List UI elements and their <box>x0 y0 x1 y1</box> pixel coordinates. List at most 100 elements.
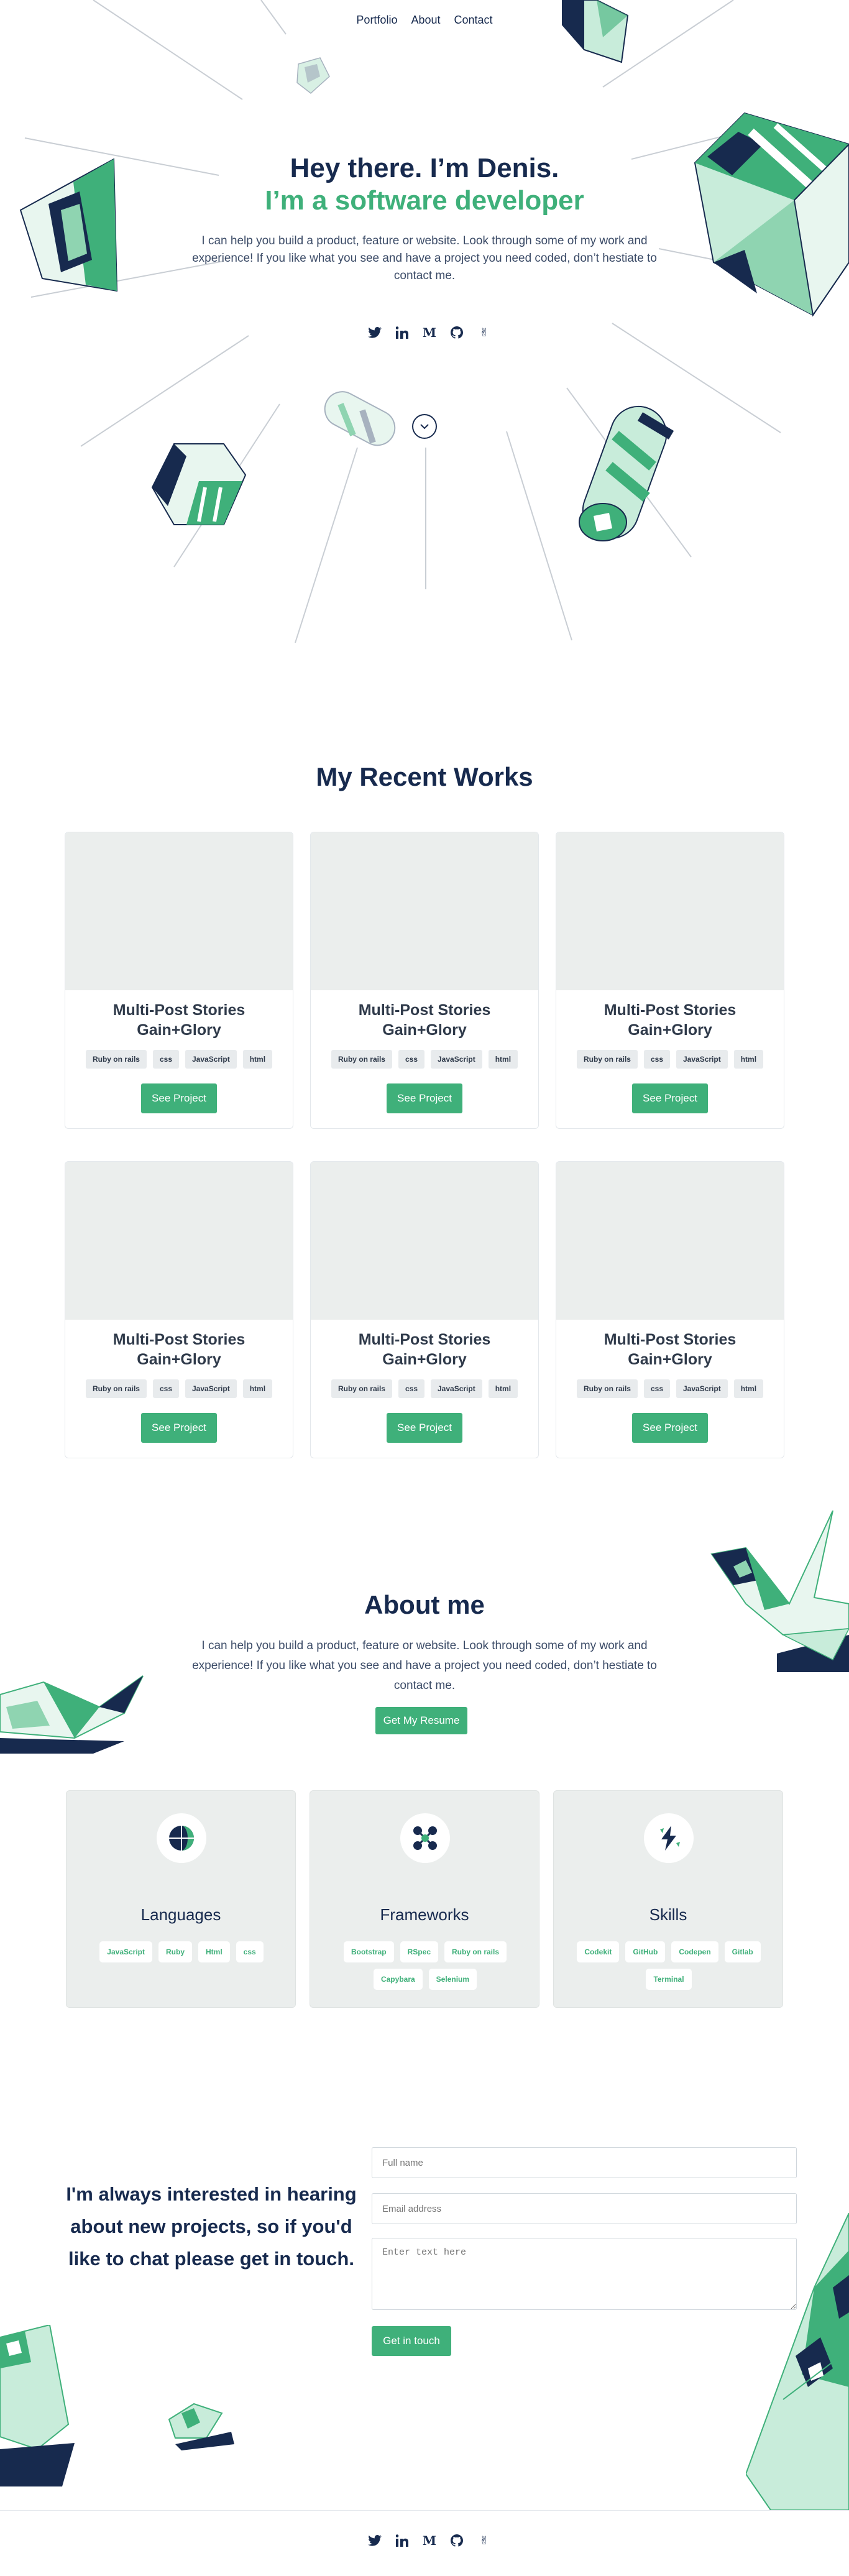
project-title: Multi-Post Stories Gain+Glory <box>112 1001 246 1039</box>
get-resume-button[interactable]: Get My Resume <box>375 1707 467 1734</box>
project-tag: css <box>152 1379 179 1398</box>
skill-card-icon-holder <box>157 1813 206 1863</box>
project-card: Multi-Post Stories Gain+Glory Ruby on rai… <box>556 1161 784 1458</box>
project-title: Multi-Post Stories Gain+Glory <box>358 1001 491 1039</box>
see-project-button[interactable]: See Project <box>141 1083 217 1113</box>
project-tag: Ruby on rails <box>85 1379 147 1398</box>
email-field[interactable] <box>372 2193 797 2224</box>
project-thumbnail <box>556 1162 784 1320</box>
project-tag: html <box>242 1379 273 1398</box>
see-project-button[interactable]: See Project <box>387 1083 462 1113</box>
skill-chip: css <box>236 1941 264 1962</box>
skill-chip: Codekit <box>577 1941 620 1962</box>
skill-card-skills: Skills Codekit GitHub Codepen Gitlab Ter… <box>553 1790 783 2008</box>
project-tags: Ruby on rails css JavaScript html <box>311 1379 538 1398</box>
project-tag: css <box>398 1050 424 1069</box>
skill-chip: Html <box>198 1941 230 1962</box>
project-tag: JavaScript <box>431 1379 482 1398</box>
lightning-icon <box>660 1826 680 1851</box>
project-card: Multi-Post Stories Gain+Glory Ruby on rai… <box>65 1161 293 1458</box>
origami-cylinder-decoration <box>579 405 674 541</box>
project-tag: Ruby on rails <box>331 1379 392 1398</box>
skill-chip: GitHub <box>625 1941 666 1962</box>
github-icon[interactable] <box>449 2532 465 2549</box>
see-project-button[interactable]: See Project <box>387 1413 462 1443</box>
twitter-icon[interactable] <box>367 2532 383 2549</box>
skill-card-title: Languages <box>140 1905 221 1924</box>
angellist-icon[interactable]: ✌ <box>476 2532 492 2549</box>
main-nav: Portfolio About Contact <box>0 14 849 27</box>
hero-subtitle: I’m a software developer <box>265 185 584 216</box>
skill-chip: Selenium <box>428 1969 477 1990</box>
skill-chip: JavaScript <box>99 1941 152 1962</box>
origami-tower-left-decoration <box>0 2325 75 2486</box>
skill-chip: Gitlab <box>724 1941 761 1962</box>
skill-card-chips: JavaScript Ruby Html css <box>85 1941 278 1962</box>
skill-card-frameworks: Frameworks Bootstrap RSpec Ruby on rails… <box>310 1790 539 2008</box>
project-tag: css <box>643 1050 670 1069</box>
medium-icon[interactable]: M <box>421 324 438 341</box>
project-tag: JavaScript <box>676 1379 728 1398</box>
project-title: Multi-Post Stories Gain+Glory <box>112 1331 246 1368</box>
see-project-button[interactable]: See Project <box>632 1083 708 1113</box>
project-tag: JavaScript <box>185 1050 237 1069</box>
github-icon[interactable] <box>449 324 465 341</box>
nav-link-about[interactable]: About <box>411 14 440 27</box>
skill-chip: Ruby on rails <box>444 1941 507 1962</box>
project-tag: JavaScript <box>431 1050 482 1069</box>
about-description: I can help you build a product, feature … <box>192 1639 657 1692</box>
angellist-icon[interactable]: ✌ <box>476 324 492 341</box>
skill-card-languages: Languages JavaScript Ruby Html css <box>66 1790 296 2008</box>
origami-crane-left-decoration <box>0 1675 144 1754</box>
skill-chip: RSpec <box>400 1941 438 1962</box>
project-tag: Ruby on rails <box>576 1050 638 1069</box>
skill-card-title: Frameworks <box>380 1905 469 1924</box>
hero-background-lines <box>24 0 781 643</box>
project-title: Multi-Post Stories Gain+Glory <box>603 1001 737 1039</box>
skill-chip: Terminal <box>646 1969 692 1990</box>
project-thumbnail <box>311 1162 538 1320</box>
project-tag: html <box>488 1379 518 1398</box>
hero-title: Hey there. I’m Denis. <box>290 153 559 183</box>
project-tag: css <box>643 1379 670 1398</box>
project-tags: Ruby on rails css JavaScript html <box>556 1379 784 1398</box>
project-tags: Ruby on rails css JavaScript html <box>556 1050 784 1069</box>
project-card: Multi-Post Stories Gain+Glory Ruby on rai… <box>310 1161 539 1458</box>
origami-small-cube-decoration <box>296 57 330 94</box>
project-tag: css <box>152 1050 179 1069</box>
project-thumbnail <box>311 832 538 990</box>
project-card: Multi-Post Stories Gain+Glory Ruby on rai… <box>556 832 784 1129</box>
origami-small-pyramid-decoration <box>168 2403 234 2450</box>
nav-link-portfolio[interactable]: Portfolio <box>356 14 397 27</box>
skill-card-title: Skills <box>649 1905 687 1924</box>
skill-card-icon-holder <box>644 1813 694 1863</box>
skill-chip: Bootstrap <box>343 1941 394 1962</box>
nav-link-contact[interactable]: Contact <box>454 14 493 27</box>
see-project-button[interactable]: See Project <box>632 1413 708 1443</box>
project-tag: css <box>398 1379 424 1398</box>
skill-card-chips: Codekit GitHub Codepen Gitlab Terminal <box>572 1941 765 1990</box>
project-tags: Ruby on rails css JavaScript html <box>65 1050 293 1069</box>
get-in-touch-button[interactable]: Get in touch <box>372 2326 451 2356</box>
linkedin-icon[interactable] <box>394 2532 410 2549</box>
twitter-icon[interactable] <box>367 324 383 341</box>
message-field[interactable] <box>372 2238 797 2310</box>
project-thumbnail <box>65 832 293 990</box>
project-tag: Ruby on rails <box>85 1050 147 1069</box>
chevron-down-icon <box>420 423 429 429</box>
footer-divider <box>0 2510 849 2511</box>
scroll-down-button[interactable] <box>412 414 437 439</box>
project-title: Multi-Post Stories Gain+Glory <box>603 1331 737 1368</box>
origami-crystal-decoration <box>562 0 629 63</box>
globe-icon <box>169 1826 194 1851</box>
project-card: Multi-Post Stories Gain+Glory Ruby on rai… <box>310 832 539 1129</box>
see-project-button[interactable]: See Project <box>141 1413 217 1443</box>
project-tags: Ruby on rails css JavaScript html <box>65 1379 293 1398</box>
full-name-field[interactable] <box>372 2147 797 2178</box>
linkedin-icon[interactable] <box>394 324 410 341</box>
medium-icon[interactable]: M <box>421 2532 438 2549</box>
project-tag: html <box>242 1050 273 1069</box>
skill-chip: Capybara <box>373 1969 423 1990</box>
project-tags: Ruby on rails css JavaScript html <box>311 1050 538 1069</box>
project-tag: html <box>733 1379 764 1398</box>
